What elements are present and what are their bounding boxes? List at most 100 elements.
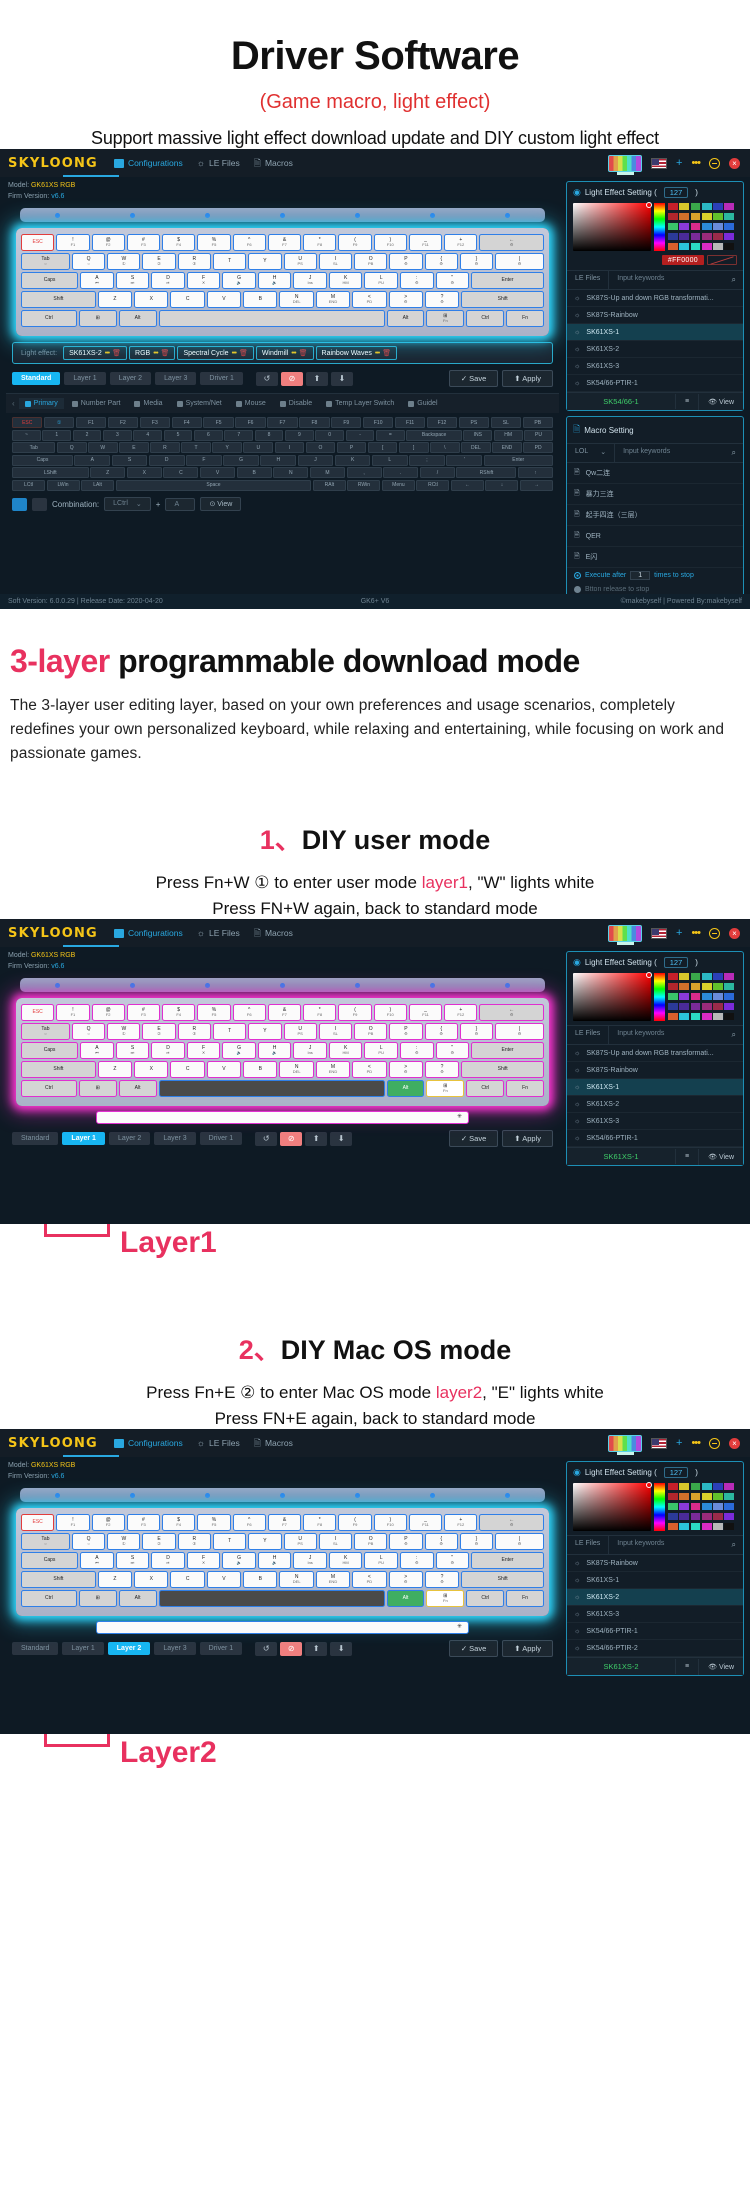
macro-group-select[interactable]: LOL ⌄ — [567, 444, 616, 462]
key-W[interactable]: W① — [107, 1023, 141, 1041]
key-ESC[interactable]: ESC — [21, 234, 55, 251]
layer-button-layer-2[interactable]: Layer 2 — [108, 1132, 151, 1146]
key->[interactable]: > ⚙ — [388, 291, 423, 308]
key-<[interactable]: < PD — [352, 1571, 387, 1589]
flat-key-P[interactable]: P — [336, 442, 367, 453]
color-swatch[interactable] — [679, 1012, 689, 1020]
flat-key-Q[interactable]: Q — [56, 442, 87, 453]
key-X[interactable]: X — [134, 291, 169, 308]
tab-macros[interactable]: 🗎 Macros — [254, 158, 293, 168]
key-#[interactable]: # F3 — [126, 1004, 161, 1022]
layer-tool-2[interactable]: ⬆ — [305, 1641, 328, 1656]
add-language-icon[interactable]: + — [676, 927, 682, 939]
key-B[interactable]: B — [243, 1571, 278, 1589]
key-⊞[interactable]: ⊞ — [78, 1590, 117, 1608]
key-←[interactable]: ← ⚙ — [479, 1004, 544, 1022]
layer-tool-3[interactable]: ⬇ — [330, 371, 353, 386]
flat-key-Z[interactable]: Z — [90, 467, 126, 478]
key-Z[interactable]: Z — [97, 291, 133, 308]
color-swatch[interactable] — [679, 222, 689, 230]
key-G[interactable]: G 🔈 — [222, 1042, 256, 1060]
macro-list-item[interactable]: 🗎 QER — [567, 526, 743, 547]
color-swatch[interactable] — [713, 232, 723, 240]
key-Ctrl[interactable]: Ctrl — [466, 1590, 505, 1608]
key-E[interactable]: E② — [142, 1023, 176, 1041]
flat-key-V[interactable]: V — [199, 467, 236, 478]
key-Tab[interactable]: Tab ○ — [21, 1023, 70, 1041]
key-G[interactable]: G 🔈 — [222, 1552, 256, 1570]
combination-key-field[interactable]: A — [165, 497, 196, 511]
flat-key-RAlt[interactable]: RAlt — [312, 479, 346, 491]
flat-key-F9[interactable]: F9 — [331, 417, 362, 428]
tab-le-files[interactable]: ☼ LE Files — [197, 158, 240, 168]
key-)[interactable]: ) F10 — [373, 1004, 407, 1022]
flat-key-LAlt[interactable]: LAlt — [81, 479, 115, 491]
key-^[interactable]: ^ F6 — [232, 1004, 266, 1022]
key-U[interactable]: U PS — [283, 253, 317, 270]
key-←[interactable]: ← ⚙ — [479, 234, 544, 251]
le-view-button[interactable]: 👁 View — [698, 1148, 743, 1165]
tab-le-files[interactable]: ☼ LE Files — [197, 1438, 240, 1448]
exec-after-option[interactable]: Execute after 1 times to stop — [567, 568, 743, 583]
key-Shift[interactable]: Shift — [21, 291, 96, 308]
color-swatch[interactable] — [668, 212, 678, 221]
flat-key-T[interactable]: T — [181, 442, 211, 453]
key-J[interactable]: J Ins — [293, 1042, 327, 1060]
no-color-icon[interactable] — [707, 255, 737, 265]
flat-key-1[interactable]: 1 — [42, 429, 72, 441]
flat-key-RShift[interactable]: RShift — [456, 467, 517, 478]
flat-key-Caps[interactable]: Caps — [12, 454, 73, 466]
key-D[interactable]: D ⏯ — [151, 1552, 185, 1570]
key-D[interactable]: D ⏯ — [151, 1042, 185, 1060]
flat-key-①[interactable]: ① — [43, 417, 75, 428]
flat-keyboard-1[interactable]: ESC ① F1 F2 F3 F4 F5 F6 F7 F8 F9 F10 F11 F12 PS SL PB ~1 2… — [6, 413, 559, 491]
flat-key-Menu[interactable]: Menu — [381, 479, 415, 491]
delete-icon[interactable]: 🗑 — [299, 349, 308, 357]
flat-key-F4[interactable]: F4 — [171, 417, 202, 428]
mini-keyboard-preview-icon[interactable] — [608, 924, 642, 945]
windows-key-icon[interactable] — [12, 497, 27, 511]
key-⊞[interactable]: ⊞ Fn — [426, 1080, 465, 1098]
layer-tool-0[interactable]: ↺ — [255, 371, 278, 386]
close-icon[interactable]: × — [729, 927, 740, 939]
key-J[interactable]: J Ins — [293, 1552, 327, 1570]
flat-key-G[interactable]: G — [223, 454, 259, 466]
mac-key-icon[interactable] — [32, 497, 47, 511]
save-button[interactable]: ✓ Save — [448, 1640, 499, 1658]
key-B[interactable]: B — [243, 1061, 278, 1079]
add-language-icon[interactable]: + — [676, 1437, 682, 1449]
color-swatch[interactable] — [679, 1522, 689, 1530]
mini-keyboard-preview-icon[interactable] — [608, 154, 642, 175]
key-|[interactable]: | ⚙ — [495, 1023, 544, 1041]
key-N[interactable]: N DEL — [279, 291, 314, 308]
color-picker-3[interactable] — [567, 1482, 743, 1535]
subtab-media[interactable]: Media — [128, 398, 168, 409]
macro-list-1[interactable]: 🗎 Qw二连 🗎 暴力三连 🗎 起手四连（三层） 🗎 QER 🗎 E闪 — [567, 463, 743, 568]
color-swatch[interactable] — [690, 992, 701, 1001]
key-U[interactable]: U PS — [283, 1533, 317, 1551]
light-effect-tab[interactable]: RGB ••• 🗑 — [129, 346, 176, 360]
key-<[interactable]: < PD — [352, 291, 387, 308]
hex-value[interactable]: #FF0000 — [661, 255, 704, 265]
color-swatch[interactable] — [724, 212, 734, 221]
flat-key-6[interactable]: 6 — [193, 429, 223, 441]
layer-button-layer-2[interactable]: Layer 2 — [109, 372, 152, 385]
le-file-list-2[interactable]: ☼ SK87S-Up and down RGB transformati... ☼ S… — [567, 1045, 743, 1148]
color-swatch[interactable] — [713, 242, 723, 250]
key-_[interactable]: _ F11 — [408, 1514, 443, 1532]
color-swatch[interactable] — [701, 232, 712, 240]
layer-button-driver-1[interactable]: Driver 1 — [199, 1132, 243, 1146]
le-file-row[interactable]: ☼ SK87S-Rainbow — [567, 1062, 743, 1080]
key-<[interactable]: < PD — [352, 1061, 387, 1079]
key-Tab[interactable]: Tab ○ — [21, 1533, 70, 1551]
key-I[interactable]: I SL — [318, 1023, 353, 1041]
key-⊞[interactable]: ⊞ Fn — [426, 1590, 465, 1608]
color-swatch[interactable] — [679, 212, 689, 221]
key-B[interactable]: B — [243, 291, 278, 308]
flat-key-RCtl[interactable]: RCtl — [416, 479, 450, 491]
key-|[interactable]: | ⚙ — [495, 253, 544, 270]
more-icon[interactable]: ••• — [105, 350, 110, 357]
key-X[interactable]: X — [134, 1061, 169, 1079]
key-ESC[interactable]: ESC — [21, 1514, 55, 1532]
tab-configurations[interactable]: Configurations — [113, 158, 183, 168]
